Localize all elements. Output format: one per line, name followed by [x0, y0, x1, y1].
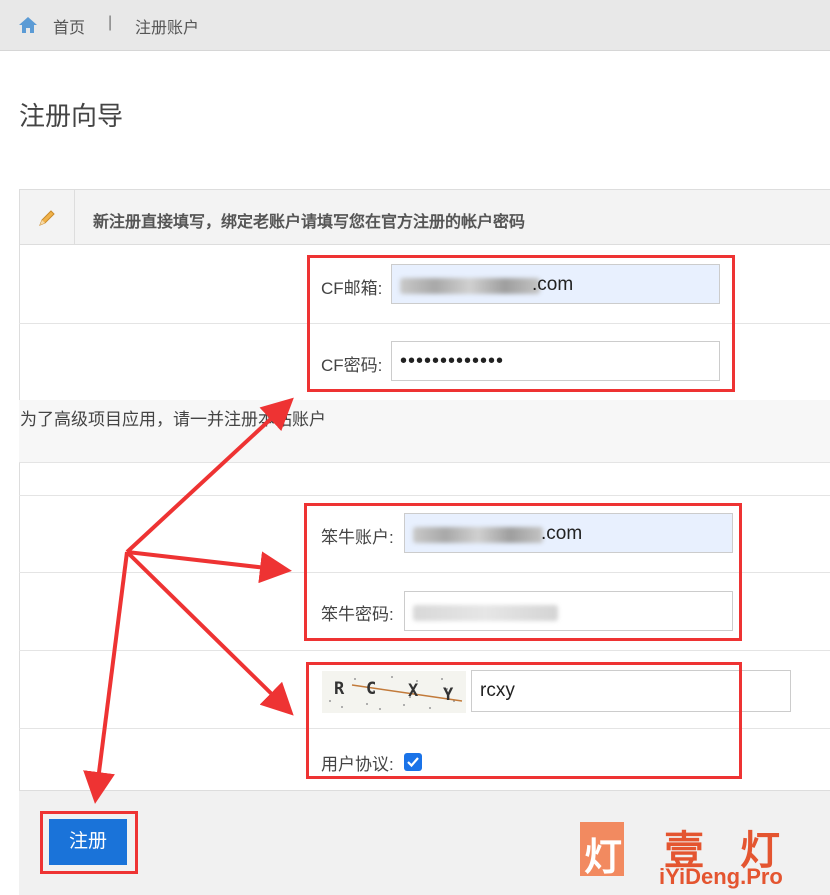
arrow-to-submit	[83, 551, 129, 804]
arrow-to-cf	[125, 397, 294, 554]
annotation-arrows	[83, 397, 294, 804]
arrow-to-site	[126, 550, 292, 584]
arrow-to-captcha	[125, 550, 294, 716]
